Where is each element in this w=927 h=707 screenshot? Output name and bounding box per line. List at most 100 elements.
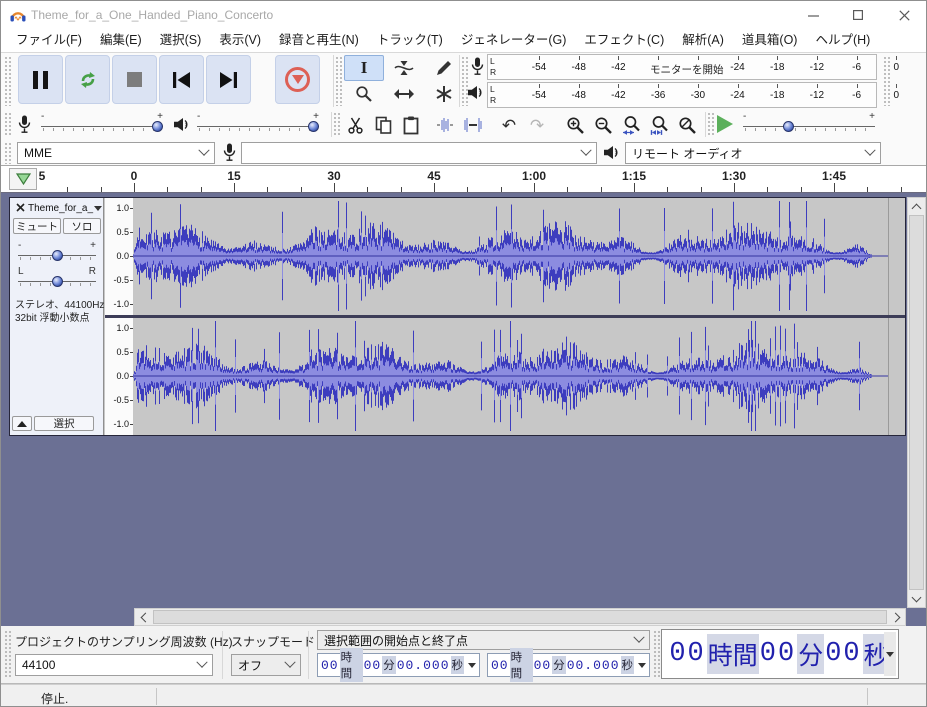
trim-audio-button[interactable] bbox=[432, 112, 458, 138]
audio-track[interactable]: Theme_for_a_ ミュート ソロ - + L R ステレオ、 bbox=[9, 197, 906, 436]
minimize-button[interactable] bbox=[797, 1, 829, 29]
time-field-dropdown[interactable] bbox=[465, 654, 479, 676]
play-at-speed-button[interactable] bbox=[717, 115, 733, 133]
audio-position-display[interactable]: 00時間00分00秒 bbox=[661, 629, 899, 679]
time-unit[interactable]: 分 bbox=[382, 656, 396, 674]
track-select-button[interactable]: 選択 bbox=[34, 416, 94, 431]
scroll-down-button[interactable] bbox=[908, 591, 925, 607]
time-unit[interactable]: 秒 bbox=[621, 656, 635, 674]
monitor-hint[interactable]: モニターを開始 bbox=[648, 62, 726, 77]
envelope-tool-button[interactable] bbox=[384, 55, 424, 81]
play-speed-slider[interactable]: - + bbox=[743, 117, 875, 135]
time-unit[interactable]: 時間 bbox=[510, 648, 533, 682]
time-shift-tool-button[interactable] bbox=[384, 81, 424, 107]
time-field-dropdown[interactable] bbox=[635, 654, 649, 676]
play-at-speed-grabber[interactable] bbox=[707, 112, 715, 137]
timeline-ruler[interactable]: 5 01530451:001:151:301:45 bbox=[1, 166, 926, 193]
tools-toolbar-grabber[interactable] bbox=[335, 56, 343, 106]
scroll-right-button[interactable] bbox=[888, 609, 905, 625]
pause-button[interactable] bbox=[18, 55, 63, 104]
recording-volume-knob[interactable] bbox=[152, 121, 163, 132]
record-button[interactable] bbox=[275, 55, 320, 104]
draw-tool-button[interactable] bbox=[424, 55, 464, 81]
recording-meter[interactable]: L R -54-48-42-36-30-24-18-12-60 モニターを開始 bbox=[487, 54, 877, 80]
meter-toolbar-end-grabber[interactable] bbox=[883, 56, 891, 106]
pan-knob[interactable] bbox=[52, 276, 63, 287]
menu-item[interactable]: トラック(T) bbox=[368, 29, 452, 52]
mute-button[interactable]: ミュート bbox=[13, 218, 61, 234]
gain-slider[interactable]: - + bbox=[18, 246, 96, 264]
audio-position-dropdown[interactable] bbox=[884, 632, 896, 676]
device-toolbar-grabber[interactable] bbox=[4, 142, 12, 164]
time-digits[interactable]: 00 bbox=[534, 658, 552, 673]
selection-end-field[interactable]: 00時間00分00.000秒 bbox=[487, 653, 650, 677]
time-digits[interactable]: 00 bbox=[825, 639, 861, 669]
menu-item[interactable]: 編集(E) bbox=[91, 29, 151, 52]
selection-start-field[interactable]: 00時間00分00.000秒 bbox=[317, 653, 480, 677]
scroll-left-button[interactable] bbox=[135, 609, 152, 625]
edit-toolbar-grabber[interactable] bbox=[333, 112, 341, 137]
audio-host-select[interactable]: MME bbox=[17, 142, 215, 164]
cut-button[interactable] bbox=[342, 112, 368, 138]
time-toolbar-grabber[interactable] bbox=[653, 630, 661, 678]
zoom-tool-button[interactable] bbox=[344, 81, 384, 107]
skip-to-start-button[interactable] bbox=[159, 55, 204, 104]
time-unit[interactable]: 時間 bbox=[340, 648, 363, 682]
maximize-button[interactable] bbox=[842, 1, 874, 29]
playback-meter[interactable]: L R -54-48-42-36-30-24-18-12-60 bbox=[487, 82, 877, 108]
transport-toolbar-grabber[interactable] bbox=[4, 56, 12, 106]
selection-toolbar-grabber[interactable] bbox=[4, 630, 12, 678]
time-unit[interactable]: 秒 bbox=[451, 656, 465, 674]
track-name-button[interactable]: Theme_for_a_ bbox=[28, 201, 102, 215]
track-close-button[interactable] bbox=[14, 201, 27, 214]
menu-item[interactable]: 解析(A) bbox=[673, 29, 733, 52]
time-digits[interactable]: 00.000 bbox=[567, 658, 620, 673]
menu-item[interactable]: ヘルプ(H) bbox=[806, 29, 879, 52]
zoom-in-button[interactable] bbox=[562, 112, 588, 138]
silence-audio-button[interactable] bbox=[460, 112, 486, 138]
recording-volume-slider[interactable]: - + bbox=[41, 117, 163, 135]
track-area[interactable]: Theme_for_a_ ミュート ソロ - + L R ステレオ、 bbox=[1, 193, 927, 626]
menu-item[interactable]: 道具箱(O) bbox=[733, 29, 807, 52]
record-meter-mic-icon[interactable] bbox=[471, 57, 484, 76]
horizontal-scroll-thumb[interactable] bbox=[153, 610, 887, 624]
collapse-track-button[interactable] bbox=[12, 416, 32, 431]
playback-volume-slider[interactable]: - + bbox=[197, 117, 319, 135]
time-unit[interactable]: 分 bbox=[797, 634, 824, 674]
undo-button[interactable]: ↶ bbox=[496, 112, 522, 138]
zoom-out-button[interactable] bbox=[590, 112, 616, 138]
multi-tool-button[interactable] bbox=[424, 81, 464, 107]
play-meter-speaker-icon[interactable] bbox=[467, 85, 484, 100]
stop-button[interactable] bbox=[112, 55, 157, 104]
project-rate-select[interactable]: 44100 bbox=[15, 654, 213, 676]
playback-volume-knob[interactable] bbox=[308, 121, 319, 132]
time-digits[interactable]: 00 bbox=[321, 658, 339, 673]
skip-to-end-button[interactable] bbox=[206, 55, 251, 104]
zoom-toggle-button[interactable] bbox=[674, 112, 700, 138]
vertical-scroll-thumb[interactable] bbox=[909, 215, 924, 590]
play-loop-button[interactable] bbox=[65, 55, 110, 104]
fit-selection-button[interactable] bbox=[618, 112, 644, 138]
copy-button[interactable] bbox=[370, 112, 396, 138]
menu-item[interactable]: 選択(S) bbox=[151, 29, 211, 52]
time-unit[interactable]: 時間 bbox=[707, 634, 759, 674]
pan-slider[interactable]: L R bbox=[18, 272, 96, 290]
mixer-toolbar-grabber[interactable] bbox=[4, 112, 12, 137]
menu-item[interactable]: 録音と再生(N) bbox=[270, 29, 368, 52]
vertical-scrollbar[interactable] bbox=[907, 197, 926, 608]
time-digits[interactable]: 00 bbox=[491, 658, 509, 673]
redo-button[interactable]: ↷ bbox=[524, 112, 550, 138]
play-speed-knob[interactable] bbox=[783, 121, 794, 132]
close-button[interactable] bbox=[888, 1, 920, 29]
time-digits[interactable]: 00 bbox=[760, 639, 796, 669]
selection-tool-button[interactable]: I bbox=[344, 55, 384, 81]
timeline-options-button[interactable] bbox=[9, 168, 37, 190]
solo-button[interactable]: ソロ bbox=[63, 218, 101, 234]
time-digits[interactable]: 00 bbox=[669, 639, 705, 669]
menu-item[interactable]: ジェネレーター(G) bbox=[452, 29, 576, 52]
menu-item[interactable]: ファイル(F) bbox=[7, 29, 91, 52]
horizontal-scrollbar[interactable] bbox=[134, 608, 906, 626]
gain-knob[interactable] bbox=[52, 250, 63, 261]
time-digits[interactable]: 00 bbox=[364, 658, 382, 673]
snap-mode-select[interactable]: オフ bbox=[231, 654, 301, 676]
